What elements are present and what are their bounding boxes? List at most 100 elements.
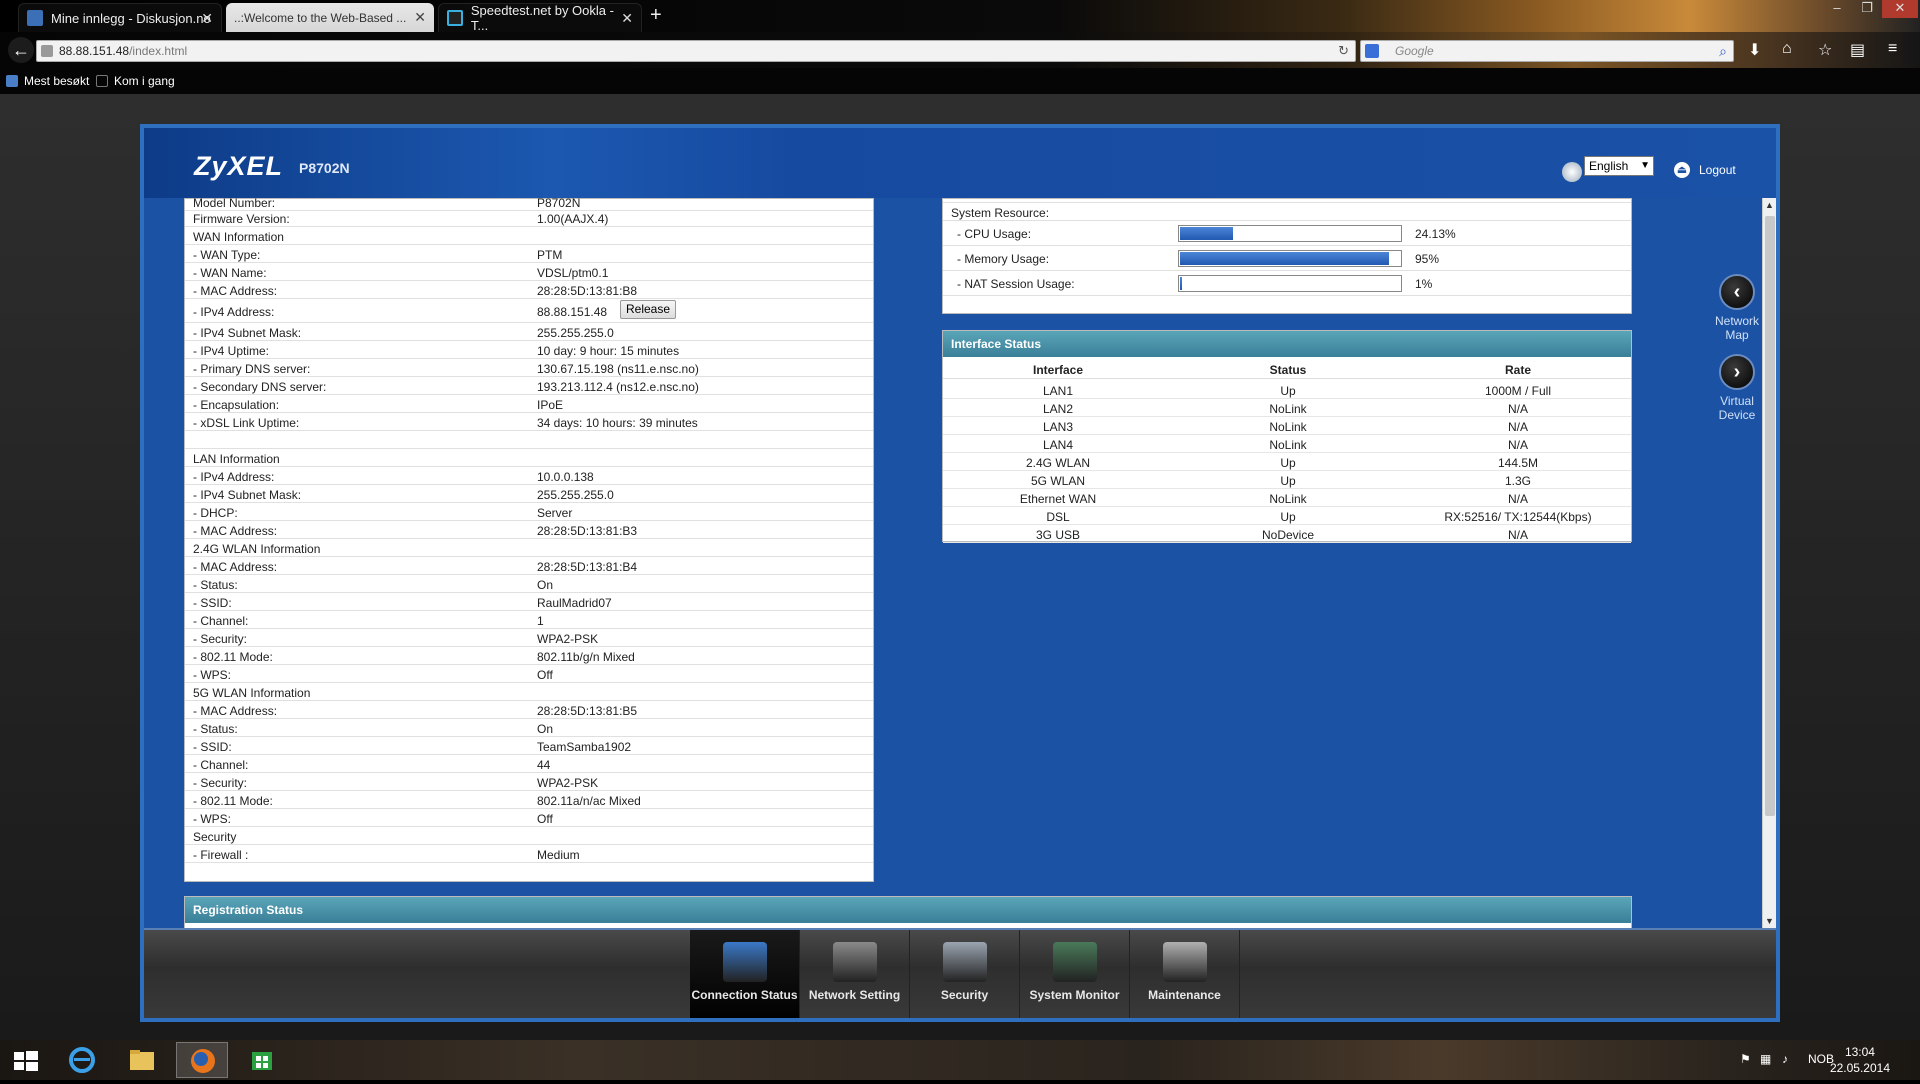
interface-cell: LAN2: [1042, 402, 1074, 416]
close-icon[interactable]: ✕: [201, 10, 213, 27]
start-button[interactable]: [0, 1042, 52, 1078]
nav-label: Network Setting: [808, 988, 901, 1002]
maximize-icon[interactable]: ❐: [1852, 0, 1882, 18]
info-row: - IPv4 Address: 10.0.0.138: [185, 467, 873, 485]
router-panel: ZyXEL P8702N English ▼ ⏏ Logout Model Nu…: [140, 124, 1780, 1022]
internet-explorer-icon[interactable]: [56, 1042, 108, 1078]
tab-router[interactable]: ..:Welcome to the Web-Based ... ✕: [226, 3, 434, 32]
menu-icon[interactable]: ≡: [1888, 40, 1897, 58]
bookmark-kom-i-gang[interactable]: Kom i gang: [96, 74, 175, 88]
chevron-left-icon: ‹: [1719, 274, 1755, 310]
search-placeholder: Google: [1395, 44, 1434, 58]
bookmark-mest-besokt[interactable]: Mest besøkt: [6, 74, 89, 88]
resource-bar: [1178, 225, 1402, 242]
search-input[interactable]: Google ⌕: [1360, 40, 1734, 62]
network-icon[interactable]: ▦: [1760, 1052, 1771, 1066]
info-value: 802.11b/g/n Mixed: [537, 650, 635, 664]
info-row: - MAC Address: 28:28:5D:13:81:B8: [185, 281, 873, 299]
interface-cell: DSL: [1046, 510, 1070, 524]
registration-status-box: Registration Status: [184, 896, 1632, 928]
gear-icon: [832, 942, 877, 982]
store-icon[interactable]: [236, 1042, 288, 1078]
virtual-device-nav[interactable]: › Virtual Device: [1712, 354, 1762, 422]
info-key: - MAC Address:: [193, 560, 278, 574]
info-value: 28:28:5D:13:81:B5: [537, 704, 638, 718]
download-icon[interactable]: ⬇: [1748, 40, 1761, 60]
logout-link[interactable]: Logout: [1699, 163, 1736, 177]
info-value: WPA2-PSK: [537, 632, 599, 646]
close-icon[interactable]: ✕: [414, 9, 426, 26]
info-row: [185, 431, 873, 449]
info-row: - 802.11 Mode: 802.11a/n/ac Mixed: [185, 791, 873, 809]
info-row: - Primary DNS server: 130.67.15.198 (ns11…: [185, 359, 873, 377]
info-row: - SSID: RaulMadrid07: [185, 593, 873, 611]
windows-logo-icon: [14, 1051, 38, 1071]
resource-percent: 95%: [1415, 252, 1440, 266]
info-key: - MAC Address:: [193, 524, 278, 538]
tab-diskusjon[interactable]: Mine innlegg - Diskusjon.no ✕: [18, 3, 222, 32]
nav-label: Connection Status: [691, 988, 798, 1002]
scrollbar-thumb[interactable]: [1765, 216, 1775, 816]
scroll-up-icon[interactable]: ▲: [1765, 200, 1774, 210]
tab-label: Speedtest.net by Ookla - T...: [470, 3, 614, 33]
nav-maintenance[interactable]: Maintenance: [1130, 930, 1240, 1018]
bookmark-label: Kom i gang: [114, 74, 175, 88]
url-host: 88.88.151.48: [59, 44, 130, 58]
info-row: - IPv4 Subnet Mask: 255.255.255.0: [185, 323, 873, 341]
language-select[interactable]: English ▼: [1584, 156, 1654, 176]
tab-speedtest[interactable]: Speedtest.net by Ookla - T... ✕: [438, 3, 642, 33]
device-info-table: Model Number: P8702N Firmware Version: 1.00…: [184, 198, 874, 882]
back-icon[interactable]: ←: [8, 37, 34, 63]
flag-icon[interactable]: ⚑: [1740, 1052, 1751, 1066]
language-value: English: [1589, 159, 1629, 173]
interface-cell: LAN1: [1042, 384, 1074, 398]
info-value: 802.11a/n/ac Mixed: [537, 794, 641, 808]
scroll-down-icon[interactable]: ▼: [1765, 916, 1774, 926]
minimize-icon[interactable]: –: [1822, 0, 1852, 18]
site-identity-icon[interactable]: [41, 45, 53, 57]
nav-label: System Monitor: [1029, 988, 1120, 1002]
reload-icon[interactable]: ↻: [1338, 41, 1349, 61]
nav-network-setting[interactable]: Network Setting: [800, 930, 910, 1018]
resource-row: - NAT Session Usage: 1%: [943, 271, 1631, 296]
info-key: - Channel:: [193, 758, 249, 772]
table-row: LAN1 Up 1000M / Full: [943, 381, 1631, 399]
info-value: 10 day: 9 hour: 15 minutes: [537, 344, 680, 358]
content-scrollbar[interactable]: ▲ ▼: [1762, 198, 1776, 928]
close-window-icon[interactable]: ✕: [1882, 0, 1918, 18]
network-map-nav[interactable]: ‹ Network Map: [1712, 274, 1762, 342]
speedtest-favicon-icon: [447, 10, 463, 26]
info-value: On: [537, 722, 554, 736]
volume-icon[interactable]: ♪: [1782, 1052, 1788, 1066]
table-row: LAN2 NoLink N/A: [943, 399, 1631, 417]
windows-taskbar: ⚑ ▦ ♪ NOB 13:04 22.05.2014: [0, 1040, 1920, 1080]
rate-cell: N/A: [1507, 402, 1528, 416]
close-icon[interactable]: ✕: [621, 10, 633, 27]
logout-icon[interactable]: ⏏: [1674, 162, 1690, 178]
home-icon[interactable]: ⌂: [1782, 40, 1792, 58]
url-bar[interactable]: 88.88.151.48/index.html ↻: [36, 40, 1356, 62]
browser-tab-bar: Mine innlegg - Diskusjon.no ✕ ..:Welcome…: [0, 0, 1920, 33]
reading-list-icon[interactable]: ▤: [1850, 40, 1865, 60]
info-key: - Security:: [193, 776, 248, 790]
google-search-engine-icon[interactable]: [1365, 44, 1379, 58]
info-value: On: [537, 578, 554, 592]
info-value: 34 days: 10 hours: 39 minutes: [537, 416, 698, 430]
resource-bar-fill: [1180, 252, 1389, 265]
release-button[interactable]: Release: [620, 300, 676, 319]
status-cell: NoLink: [1269, 420, 1307, 434]
file-explorer-icon[interactable]: [116, 1042, 168, 1078]
nav-connection-status[interactable]: Connection Status: [690, 930, 800, 1018]
router-header: ZyXEL P8702N English ▼ ⏏ Logout: [144, 128, 1776, 198]
firefox-icon[interactable]: [176, 1042, 228, 1078]
new-tab-icon[interactable]: +: [650, 4, 662, 27]
info-key: - 802.11 Mode:: [193, 794, 273, 808]
info-row: - IPv4 Subnet Mask: 255.255.255.0: [185, 485, 873, 503]
resource-bar-fill: [1180, 227, 1233, 240]
search-icon[interactable]: ⌕: [1719, 41, 1727, 61]
content-area: Model Number: P8702N Firmware Version: 1.00…: [184, 198, 1684, 928]
clock[interactable]: 13:04 22.05.2014: [1830, 1044, 1890, 1076]
nav-system-monitor[interactable]: System Monitor: [1020, 930, 1130, 1018]
bookmark-star-icon[interactable]: ☆: [1818, 40, 1832, 60]
nav-security[interactable]: Security: [910, 930, 1020, 1018]
